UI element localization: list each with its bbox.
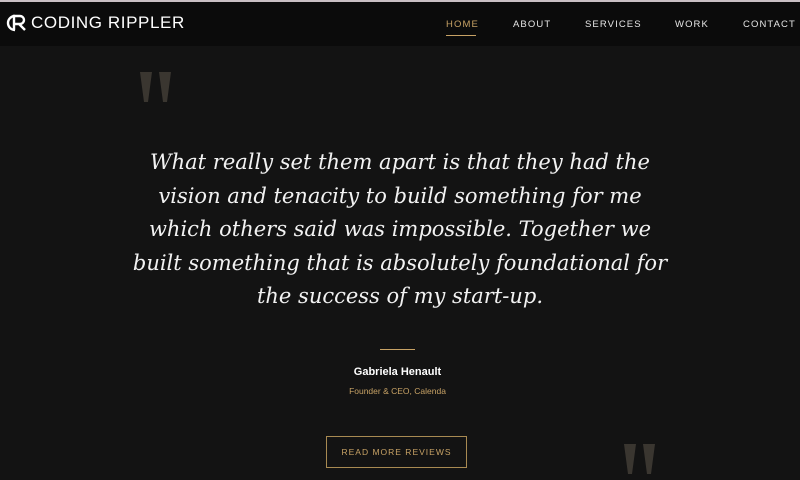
nav-services[interactable]: SERVICES	[585, 19, 642, 31]
top-navbar: CODING RIPPLER HOME ABOUT SERVICES WORK …	[0, 2, 800, 46]
author-title: Founder & CEO, Calenda	[349, 386, 446, 396]
brand-name: CODING RIPPLER	[31, 13, 185, 32]
quote-divider	[380, 349, 415, 350]
nav-home[interactable]: HOME	[446, 19, 479, 31]
nav-contact[interactable]: CONTACT	[743, 19, 796, 31]
brand-logo[interactable]: CODING RIPPLER	[4, 12, 185, 34]
open-quote-icon	[140, 72, 171, 102]
nav-about[interactable]: ABOUT	[513, 19, 551, 31]
read-more-reviews-button[interactable]: READ MORE REVIEWS	[326, 436, 467, 468]
nav-work[interactable]: WORK	[675, 19, 709, 31]
close-quote-icon	[624, 444, 655, 474]
testimonial-quote: What really set them apart is that they …	[132, 150, 668, 308]
cr-monogram-icon	[6, 14, 26, 32]
author-name: Gabriela Henault	[353, 366, 442, 378]
nav-active-underline	[446, 35, 476, 36]
